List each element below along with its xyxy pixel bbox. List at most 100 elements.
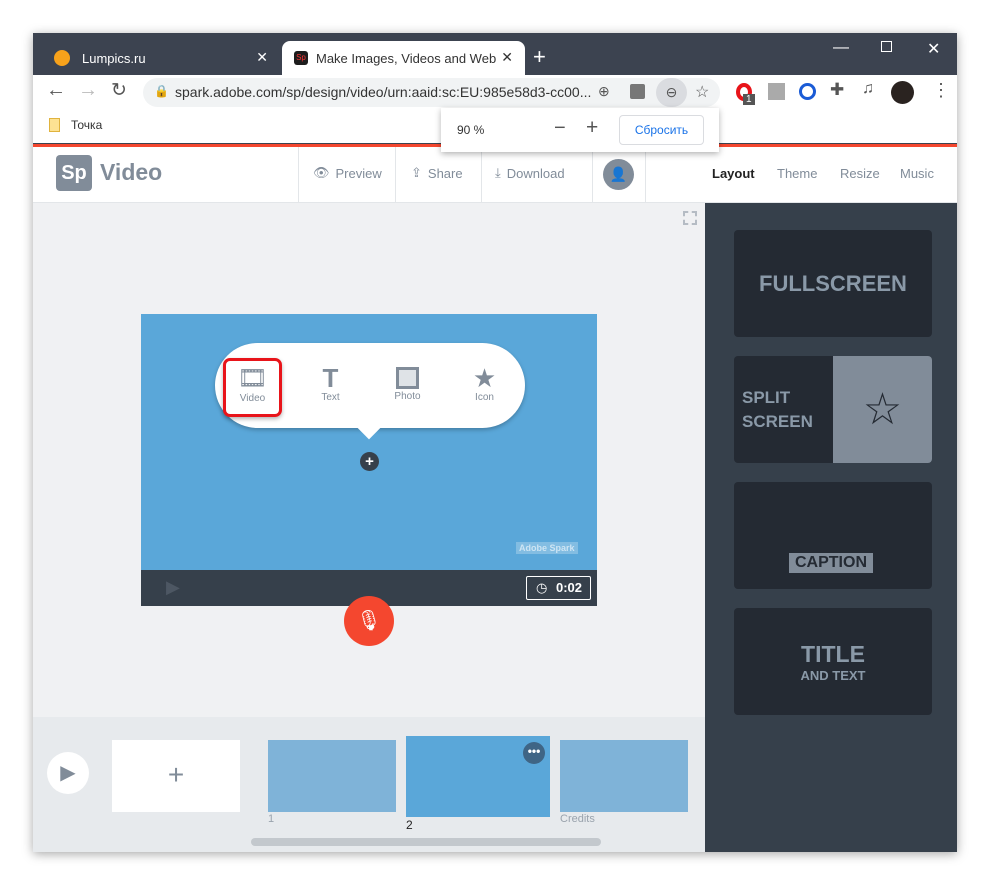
- product-name: Video: [100, 159, 163, 185]
- extension-badge: 1: [743, 94, 755, 105]
- share-icon: ⇪: [411, 165, 422, 180]
- slide-label: 2: [406, 818, 413, 832]
- back-icon[interactable]: ←: [46, 79, 66, 102]
- zoom-in-button[interactable]: +: [586, 116, 598, 140]
- menu-kebab-icon[interactable]: ⋮: [932, 80, 950, 101]
- tab-lumpics[interactable]: Lumpics.ru ✕: [40, 41, 280, 75]
- duration-button[interactable]: ◷ 0:02: [526, 576, 591, 600]
- eye-icon: 👁: [313, 165, 330, 180]
- add-text-option[interactable]: T Text: [301, 364, 360, 403]
- play-icon[interactable]: ▶: [166, 577, 180, 598]
- tab-resize[interactable]: Resize: [840, 166, 880, 181]
- zoom-icon[interactable]: ⊖: [656, 78, 687, 107]
- layout-label: SPLIT: [742, 388, 791, 407]
- app-header: Sp Video 👁 Preview ⇪ Share ⤓ Download 👤 Lay…: [33, 147, 957, 203]
- lastfm-extension-icon[interactable]: [768, 83, 785, 100]
- folder-icon: [49, 118, 60, 132]
- option-label: Video: [239, 393, 266, 404]
- layout-label: CAPTION: [789, 553, 873, 573]
- add-video-option[interactable]: 🎞 Video: [223, 364, 282, 404]
- microphone-record-button[interactable]: 🎙: [344, 596, 394, 646]
- option-label: Photo: [394, 391, 421, 402]
- new-tab-button[interactable]: +: [533, 44, 546, 70]
- star-icon: ★: [472, 363, 497, 393]
- profile-avatar[interactable]: [891, 81, 914, 104]
- forward-icon[interactable]: →: [78, 79, 98, 102]
- text-icon: T: [322, 363, 339, 393]
- slide-thumbnail-1[interactable]: [268, 740, 396, 812]
- layout-label: TITLE: [801, 641, 865, 667]
- tab-theme[interactable]: Theme: [777, 166, 817, 181]
- vpn-extension-icon[interactable]: [799, 83, 816, 100]
- layout-caption[interactable]: CAPTION: [734, 482, 932, 589]
- zoom-popup: 90 % − + Сбросить: [441, 108, 719, 152]
- lock-icon: 🔒: [154, 84, 169, 98]
- layout-sublabel: AND TEXT: [800, 668, 866, 683]
- timeline-scrollbar[interactable]: [251, 838, 601, 846]
- tab-label: Lumpics.ru: [82, 50, 146, 66]
- slide-thumbnail-2[interactable]: •••: [406, 736, 550, 817]
- duration-label: 0:02: [555, 580, 582, 595]
- maximize-button[interactable]: [881, 41, 892, 52]
- download-label: Download: [506, 165, 565, 181]
- orange-favicon-icon: [54, 50, 70, 66]
- reload-icon[interactable]: ↻: [111, 79, 127, 102]
- address-bar[interactable]: 🔒 spark.adobe.com/sp/design/video/urn:aa…: [143, 78, 720, 107]
- zoom-reset-button[interactable]: Сбросить: [619, 115, 704, 145]
- clock-icon: ◷: [536, 580, 548, 595]
- film-icon: 🎞: [237, 365, 268, 392]
- share-button[interactable]: ⇪ Share: [411, 165, 463, 181]
- option-label: Icon: [475, 392, 494, 403]
- slide-timeline: ▶ + 1 ••• 2 Credits: [33, 717, 705, 852]
- layout-title-text[interactable]: TITLE AND TEXT: [734, 608, 932, 715]
- play-icon: ▶: [60, 762, 76, 784]
- browser-window: Lumpics.ru ✕ Sp Make Images, Videos and …: [33, 33, 957, 852]
- add-plus-button[interactable]: +: [360, 452, 379, 471]
- star-bookmark-icon[interactable]: ☆: [695, 82, 709, 102]
- layout-label: SCREEN: [742, 412, 813, 431]
- close-tab-icon[interactable]: ✕: [256, 49, 268, 66]
- canvas-area: 🎞 Video T Text Photo ★ Icon + Adobe Spark ▶…: [33, 203, 705, 717]
- browser-toolbar: ← → ↻ 🔒 spark.adobe.com/sp/design/video/…: [33, 75, 957, 110]
- translate-icon[interactable]: [630, 84, 645, 99]
- add-photo-option[interactable]: Photo: [378, 364, 437, 402]
- slide-preview[interactable]: 🎞 Video T Text Photo ★ Icon + Adobe Spark ▶…: [141, 314, 597, 606]
- puzzle-extensions-icon[interactable]: ✚: [830, 80, 844, 100]
- bookmark-tochka[interactable]: Точка: [71, 118, 102, 132]
- layout-panel: FULLSCREEN SPLIT SCREEN ☆ CAPTION TITLE AN…: [705, 203, 957, 852]
- minimize-button[interactable]: —: [833, 39, 849, 57]
- play-all-button[interactable]: ▶: [47, 752, 89, 794]
- add-icon-option[interactable]: ★ Icon: [455, 364, 514, 403]
- layout-label: FULLSCREEN: [759, 271, 907, 296]
- adobe-spark-watermark: Adobe Spark: [516, 542, 578, 554]
- slide-label: 1: [268, 813, 275, 825]
- zoom-out-button[interactable]: −: [554, 117, 566, 140]
- download-button[interactable]: ⤓ Download: [495, 165, 565, 181]
- tab-spark[interactable]: Sp Make Images, Videos and Web St ✕: [282, 41, 525, 75]
- zoom-level: 90 %: [457, 123, 485, 137]
- close-tab-icon[interactable]: ✕: [501, 49, 513, 66]
- layout-fullscreen[interactable]: FULLSCREEN: [734, 230, 932, 337]
- slide-thumbnail-credits[interactable]: [560, 740, 688, 812]
- add-slide-button[interactable]: +: [112, 740, 240, 812]
- image-icon: [396, 367, 419, 389]
- preview-button[interactable]: 👁 Preview: [313, 165, 382, 181]
- invite-collaborator-icon[interactable]: 👤: [603, 159, 634, 190]
- download-icon: ⤓: [495, 165, 501, 180]
- microphone-icon: 🎙: [356, 610, 382, 632]
- layout-split-screen[interactable]: SPLIT SCREEN ☆: [734, 356, 932, 463]
- option-label: Text: [321, 392, 340, 403]
- more-options-icon[interactable]: •••: [523, 742, 545, 764]
- spark-logo: Sp: [56, 155, 92, 191]
- spark-favicon-icon: Sp: [294, 51, 308, 65]
- share-label: Share: [427, 165, 463, 181]
- close-window-button[interactable]: ✕: [927, 39, 940, 59]
- tab-music[interactable]: Music: [900, 166, 934, 181]
- tab-layout[interactable]: Layout: [712, 166, 755, 181]
- url-text[interactable]: spark.adobe.com/sp/design/video/urn:aaid…: [175, 84, 591, 100]
- tab-label: Make Images, Videos and Web St: [316, 50, 496, 66]
- slide-label: Credits: [560, 813, 595, 825]
- add-icon[interactable]: ⊕: [598, 83, 610, 100]
- fullscreen-icon[interactable]: [683, 211, 697, 225]
- media-control-icon[interactable]: ♫: [862, 80, 874, 98]
